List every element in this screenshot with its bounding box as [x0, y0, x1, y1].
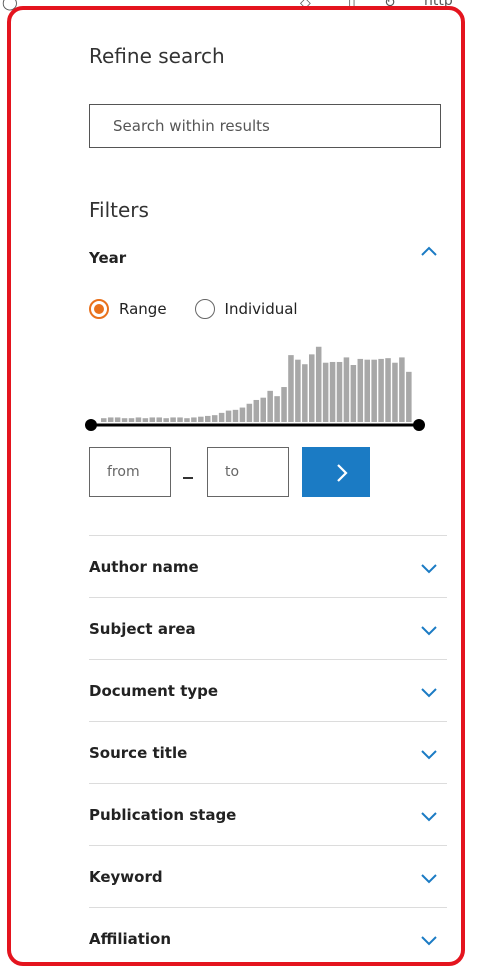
histogram-bar: [399, 357, 405, 422]
histogram-bar: [142, 418, 149, 422]
histogram-bar: [329, 361, 336, 422]
histogram-bar: [336, 361, 343, 422]
chevron-down-icon[interactable]: [419, 809, 439, 823]
histogram-bar: [246, 403, 253, 422]
range-dash: [183, 477, 193, 479]
filter-author-name[interactable]: Author name: [89, 535, 447, 598]
histogram-bar: [315, 346, 322, 422]
refine-search-title: Refine search: [89, 44, 225, 68]
histogram-bar: [357, 358, 364, 422]
histogram-bar: [149, 417, 156, 422]
search-within-results-input[interactable]: [89, 104, 441, 148]
chevron-right-icon: [337, 464, 348, 482]
histogram-bar: [170, 417, 176, 422]
filter-document-type-label: Document type: [89, 682, 219, 700]
year-mode-radio-group: Range Individual: [89, 295, 298, 323]
histogram-bar: [184, 418, 190, 422]
histogram-bar: [295, 359, 301, 422]
individual-radio-label[interactable]: Individual: [225, 300, 298, 318]
histogram-bar: [371, 359, 377, 422]
year-to-input[interactable]: [207, 447, 289, 497]
histogram-bar: [191, 417, 197, 422]
histogram-bar: [232, 409, 239, 422]
histogram-bar: [239, 407, 246, 422]
histogram-bar: [114, 417, 121, 422]
histogram-bar: [121, 418, 128, 422]
histogram-bar: [322, 362, 329, 422]
histogram-bar: [364, 359, 370, 422]
histogram-bar: [274, 396, 280, 422]
histogram-bar: [135, 417, 142, 422]
histogram-bar: [101, 418, 107, 422]
filter-subject-area[interactable]: Subject area: [89, 597, 447, 660]
filter-subject-area-label: Subject area: [89, 620, 196, 638]
histogram-bar: [205, 415, 211, 422]
chevron-down-icon[interactable]: [419, 561, 439, 575]
histogram-bar: [128, 418, 135, 422]
histogram-bar: [253, 399, 260, 422]
range-radio-label[interactable]: Range: [119, 300, 167, 318]
range-radio[interactable]: [89, 299, 109, 319]
filter-source-title-label: Source title: [89, 744, 188, 762]
histogram-bar: [378, 358, 384, 422]
histogram-bar: [385, 358, 391, 422]
range-end-handle[interactable]: [413, 419, 425, 431]
filter-keyword[interactable]: Keyword: [89, 845, 447, 908]
histogram-bar: [350, 365, 357, 422]
histogram-bar: [281, 387, 287, 422]
filter-source-title[interactable]: Source title: [89, 721, 447, 784]
filter-document-type[interactable]: Document type: [89, 659, 447, 722]
histogram-bar: [225, 410, 232, 422]
filter-author-name-label: Author name: [89, 558, 199, 576]
filter-affiliation[interactable]: Affiliation: [89, 907, 447, 962]
filter-publication-stage[interactable]: Publication stage: [89, 783, 447, 846]
individual-radio[interactable]: [194, 299, 215, 319]
chevron-up-icon[interactable]: [419, 242, 439, 262]
filter-keyword-label: Keyword: [89, 868, 163, 886]
filter-affiliation-label: Affiliation: [89, 930, 172, 948]
histogram-bar: [211, 415, 218, 422]
chevron-down-icon[interactable]: [419, 933, 439, 947]
year-filter-label[interactable]: Year: [89, 249, 126, 267]
histogram-bar: [392, 362, 398, 422]
year-histogram: [85, 346, 425, 431]
histogram-bar: [163, 418, 169, 422]
filter-publication-stage-label: Publication stage: [89, 806, 237, 824]
chevron-down-icon[interactable]: [419, 871, 439, 885]
chevron-down-icon[interactable]: [419, 747, 439, 761]
histogram-bar: [267, 390, 273, 422]
histogram-bar: [288, 355, 294, 422]
chevron-down-icon[interactable]: [419, 685, 439, 699]
apply-year-range-button[interactable]: [302, 447, 370, 497]
histogram-bar: [156, 417, 162, 422]
histogram-bar: [218, 412, 225, 422]
histogram-bar: [107, 417, 114, 422]
range-start-handle[interactable]: [85, 419, 97, 431]
filters-heading: Filters: [89, 198, 149, 222]
histogram-bar: [406, 371, 412, 422]
chevron-down-icon[interactable]: [419, 623, 439, 637]
refine-search-panel: Refine search Filters Year Range Individ…: [7, 6, 465, 966]
histogram-bar: [309, 354, 315, 422]
year-from-input[interactable]: [89, 447, 171, 497]
histogram-bar: [198, 416, 204, 422]
histogram-bar: [343, 357, 350, 422]
histogram-bar: [302, 364, 308, 422]
histogram-bar: [260, 397, 266, 422]
histogram-bar: [177, 417, 183, 422]
